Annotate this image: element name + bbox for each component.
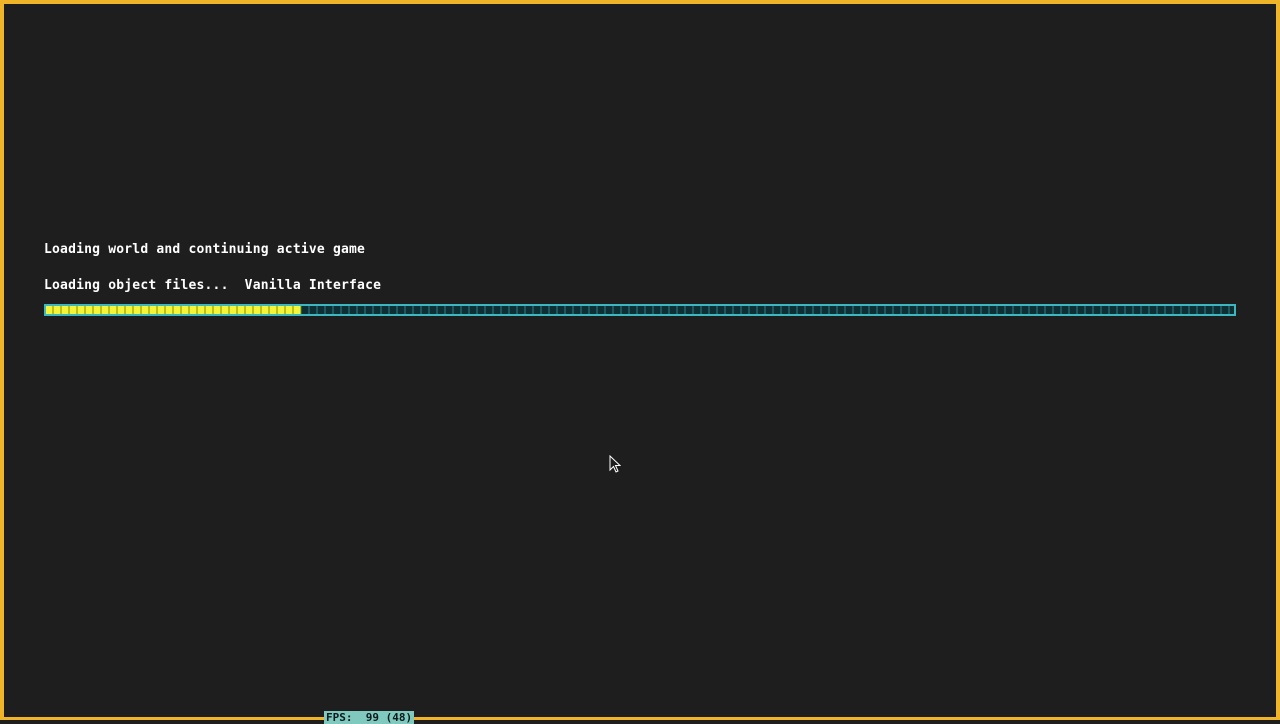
loading-status: Loading object files... Vanilla Interfac… <box>44 278 382 293</box>
game-window: Loading world and continuing active game… <box>0 0 1280 724</box>
loading-progress-bar <box>44 304 1236 316</box>
loading-progress-fill <box>46 306 302 314</box>
mouse-pointer-icon <box>609 455 621 473</box>
loading-title: Loading world and continuing active game <box>44 242 366 257</box>
fps-counter: FPS: 99 (48) <box>324 711 415 724</box>
